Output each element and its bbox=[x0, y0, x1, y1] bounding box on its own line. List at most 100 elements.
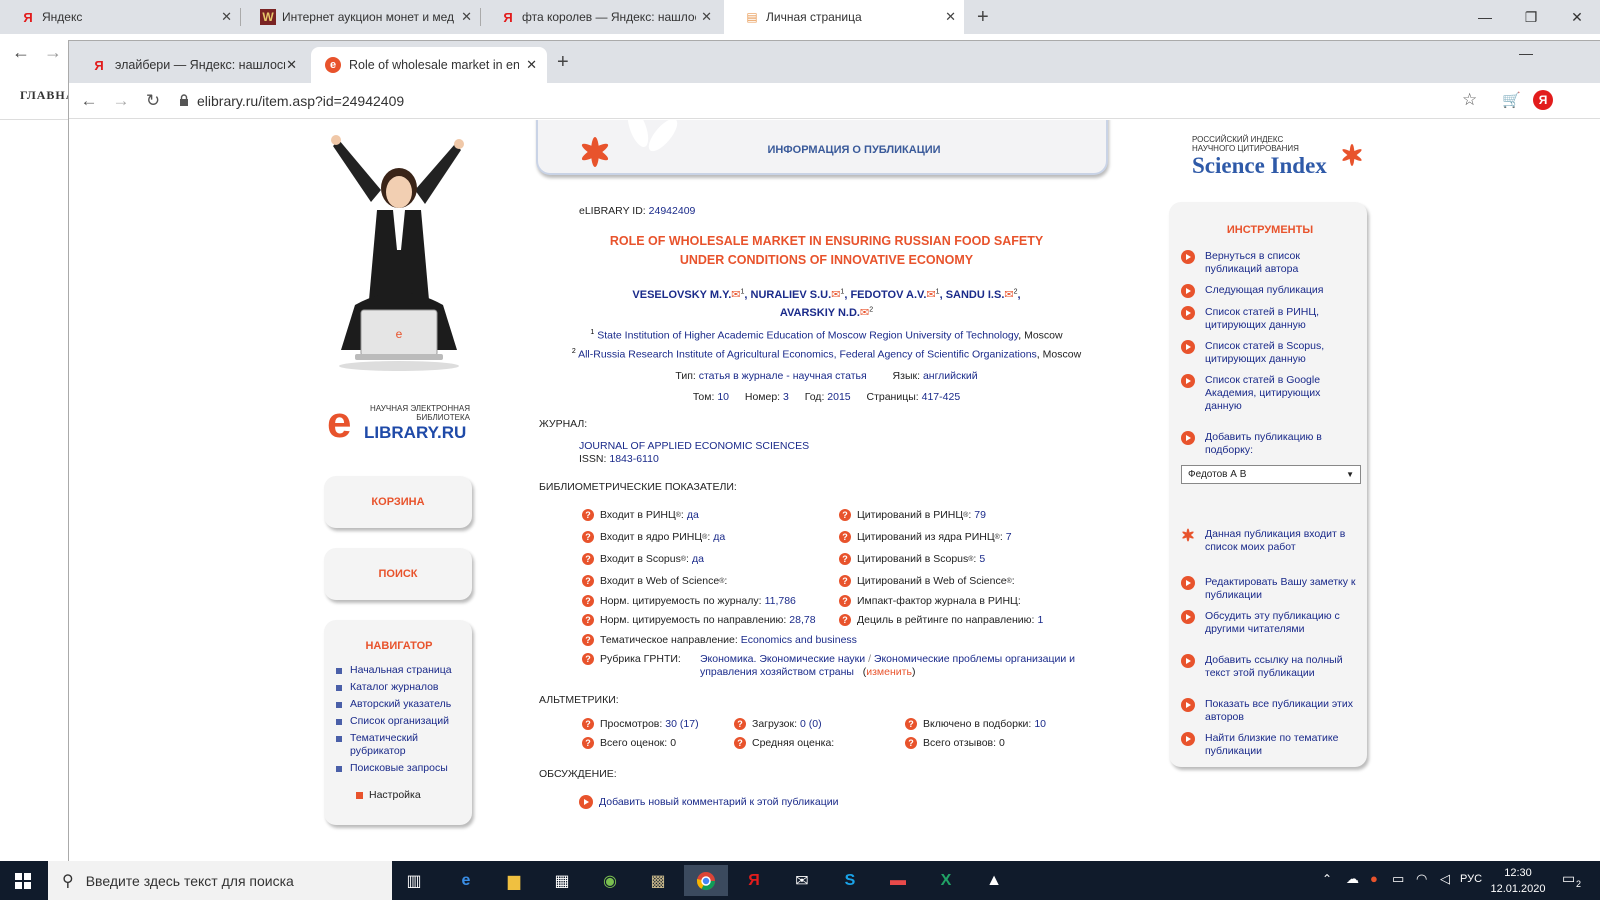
tool-edit-note[interactable]: Редактировать Вашу заметку к публикации bbox=[1181, 576, 1359, 602]
elibrary-logo[interactable]: e НАУЧНАЯ ЭЛЕКТРОННАЯ БИБЛИОТЕКА LIBRARY.… bbox=[327, 398, 477, 447]
bg-tab-search[interactable]: Я фта королев — Яндекс: нашлос ✕ bbox=[480, 0, 720, 34]
reload-icon[interactable]: ↻ bbox=[141, 89, 165, 113]
help-icon[interactable]: ? bbox=[839, 575, 851, 587]
forward-arrow-icon[interactable]: → bbox=[109, 89, 133, 113]
clock[interactable]: 12:30 12.01.2020 bbox=[1488, 865, 1548, 897]
notifications-icon[interactable]: ▭ bbox=[1562, 870, 1575, 887]
bg-tab-yandex[interactable]: Я Яндекс ✕ bbox=[0, 0, 240, 34]
store-icon[interactable]: ▦ bbox=[540, 865, 584, 896]
minimize-icon[interactable]: — bbox=[1462, 0, 1508, 34]
file-explorer-icon[interactable]: ▆ bbox=[492, 865, 536, 896]
minimize-icon[interactable]: — bbox=[1519, 45, 1533, 61]
help-icon[interactable]: ? bbox=[582, 531, 594, 543]
close-icon[interactable]: ✕ bbox=[526, 57, 537, 73]
skype-icon[interactable]: S bbox=[828, 865, 872, 896]
address-bar[interactable]: elibrary.ru/item.asp?id=24942409 bbox=[169, 87, 1564, 115]
battery-icon[interactable]: ▭ bbox=[1392, 871, 1404, 887]
windows-start-icon[interactable] bbox=[0, 865, 46, 896]
help-icon[interactable]: ? bbox=[582, 737, 594, 749]
close-icon[interactable]: ✕ bbox=[701, 9, 712, 25]
author-link[interactable]: VESELOVSKY M.Y.✉1, bbox=[632, 288, 747, 301]
tool-add-to-collection[interactable]: Добавить публикацию в подборку: bbox=[1181, 431, 1359, 457]
tool-google-citing[interactable]: Список статей в Google Академия, цитирую… bbox=[1181, 374, 1359, 413]
app-icon[interactable]: ▩ bbox=[636, 865, 680, 896]
science-index-logo[interactable]: РОССИЙСКИЙ ИНДЕКС НАУЧНОГО ЦИТИРОВАНИЯ Sc… bbox=[1192, 135, 1372, 195]
help-icon[interactable]: ? bbox=[905, 718, 917, 730]
grnti-link[interactable]: Экономика. Экономические науки bbox=[700, 653, 865, 665]
cart-button[interactable]: КОРЗИНА bbox=[324, 476, 472, 528]
tool-in-my-works[interactable]: Данная публикация входит в список моих р… bbox=[1181, 528, 1359, 554]
help-icon[interactable]: ? bbox=[582, 575, 594, 587]
elibrary-id-value[interactable]: 24942409 bbox=[649, 205, 696, 217]
add-comment-link[interactable]: Добавить новый комментарий к этой публик… bbox=[579, 795, 838, 809]
affiliation-link[interactable]: State Institution of Higher Academic Edu… bbox=[597, 330, 1018, 342]
volume-icon[interactable]: ◁ bbox=[1440, 871, 1450, 887]
nav-item-queries[interactable]: Поисковые запросы bbox=[336, 762, 462, 775]
tray-chevron-up-icon[interactable]: ⌃ bbox=[1322, 872, 1332, 886]
help-icon[interactable]: ? bbox=[582, 595, 594, 607]
help-icon[interactable]: ? bbox=[839, 553, 851, 565]
search-button[interactable]: ПОИСК bbox=[324, 548, 472, 600]
tool-back-to-author-list[interactable]: Вернуться в список публикаций автора bbox=[1181, 250, 1359, 276]
change-grnti-link[interactable]: изменить bbox=[866, 666, 912, 678]
restore-icon[interactable]: ❐ bbox=[1508, 0, 1554, 34]
tab-elibrary[interactable]: e Role of wholesale market in ensu ✕ bbox=[311, 47, 547, 83]
help-icon[interactable]: ? bbox=[582, 718, 594, 730]
nav-item-journals[interactable]: Каталог журналов bbox=[336, 681, 462, 694]
app-icon[interactable]: ◉ bbox=[588, 865, 632, 896]
affiliation-link[interactable]: All-Russia Research Institute of Agricul… bbox=[578, 348, 1037, 360]
settings-link[interactable]: Настройка bbox=[356, 789, 462, 801]
wifi-icon[interactable]: ◠ bbox=[1416, 871, 1427, 887]
back-arrow-icon[interactable]: ← bbox=[12, 42, 30, 63]
author-link[interactable]: FEDOTOV A.V.✉1, bbox=[850, 288, 942, 301]
collection-select[interactable]: Федотов А В ▼ bbox=[1181, 465, 1361, 484]
tool-add-fulltext-link[interactable]: Добавить ссылку на полный текст этой пуб… bbox=[1181, 654, 1359, 680]
bg-tab-personal[interactable]: ▤ Личная страница ✕ bbox=[724, 0, 964, 34]
help-icon[interactable]: ? bbox=[582, 509, 594, 521]
chrome-icon[interactable] bbox=[684, 865, 728, 896]
author-link[interactable]: AVARSKIY N.D.✉2 bbox=[780, 307, 873, 320]
tool-similar-publications[interactable]: Найти близкие по тематике публикации bbox=[1181, 732, 1359, 758]
nav-item-organizations[interactable]: Список организаций bbox=[336, 715, 462, 728]
new-tab-plus-icon[interactable]: + bbox=[977, 6, 989, 29]
nav-item-authors[interactable]: Авторский указатель bbox=[336, 698, 462, 711]
bookmark-star-icon[interactable]: ☆ bbox=[1462, 90, 1477, 110]
profile-avatar[interactable]: Я bbox=[1533, 90, 1553, 110]
nav-item-rubricator[interactable]: Тематический рубрикатор bbox=[336, 732, 462, 758]
tool-scopus-citing[interactable]: Список статей в Scopus, цитирующих данну… bbox=[1181, 340, 1359, 366]
help-icon[interactable]: ? bbox=[905, 737, 917, 749]
tool-rinc-citing[interactable]: Список статей в РИНЦ, цитирующих данную bbox=[1181, 306, 1359, 332]
tool-show-author-publications[interactable]: Показать все публикации этих авторов bbox=[1181, 698, 1359, 724]
author-link[interactable]: NURALIEV S.U.✉1, bbox=[751, 288, 848, 301]
help-icon[interactable]: ? bbox=[582, 653, 594, 665]
close-icon[interactable]: ✕ bbox=[945, 9, 956, 25]
grnti-link[interactable]: Экономические проблемы организации и bbox=[874, 653, 1075, 665]
onedrive-icon[interactable]: ☁ bbox=[1346, 871, 1359, 887]
theme-link[interactable]: Economics and business bbox=[741, 634, 857, 646]
close-icon[interactable]: ✕ bbox=[221, 9, 232, 25]
mail-icon[interactable]: ✉ bbox=[780, 865, 824, 896]
close-icon[interactable]: ✕ bbox=[286, 57, 297, 73]
help-icon[interactable]: ? bbox=[839, 614, 851, 626]
forward-arrow-icon[interactable]: → bbox=[44, 42, 62, 63]
flag-icon[interactable]: ▬ bbox=[876, 865, 920, 896]
grnti-link[interactable]: управления хозяйством страны bbox=[700, 666, 854, 678]
close-icon[interactable]: ✕ bbox=[461, 9, 472, 25]
tab-yandex-search[interactable]: Я элайбери — Яндекс: нашлось 7 ✕ bbox=[77, 47, 307, 83]
help-icon[interactable]: ? bbox=[839, 509, 851, 521]
author-link[interactable]: SANDU I.S.✉2, bbox=[946, 288, 1021, 301]
journal-link[interactable]: JOURNAL OF APPLIED ECONOMIC SCIENCES bbox=[579, 440, 809, 453]
help-icon[interactable]: ? bbox=[582, 634, 594, 646]
help-icon[interactable]: ? bbox=[582, 553, 594, 565]
close-window-icon[interactable]: ✕ bbox=[1554, 0, 1600, 34]
task-view-icon[interactable]: ▥ bbox=[392, 865, 436, 896]
language-indicator[interactable]: РУС bbox=[1460, 873, 1482, 885]
tray-app-icon[interactable]: ● bbox=[1370, 871, 1378, 886]
photos-icon[interactable]: ▲ bbox=[972, 865, 1016, 896]
edge-icon[interactable]: e bbox=[444, 865, 488, 896]
nav-item-home[interactable]: Начальная страница bbox=[336, 664, 462, 677]
tool-next-publication[interactable]: Следующая публикация bbox=[1181, 284, 1359, 298]
help-icon[interactable]: ? bbox=[734, 737, 746, 749]
issn-link[interactable]: 1843-6110 bbox=[609, 453, 658, 465]
cart-extension-icon[interactable]: 🛒 bbox=[1502, 91, 1521, 109]
